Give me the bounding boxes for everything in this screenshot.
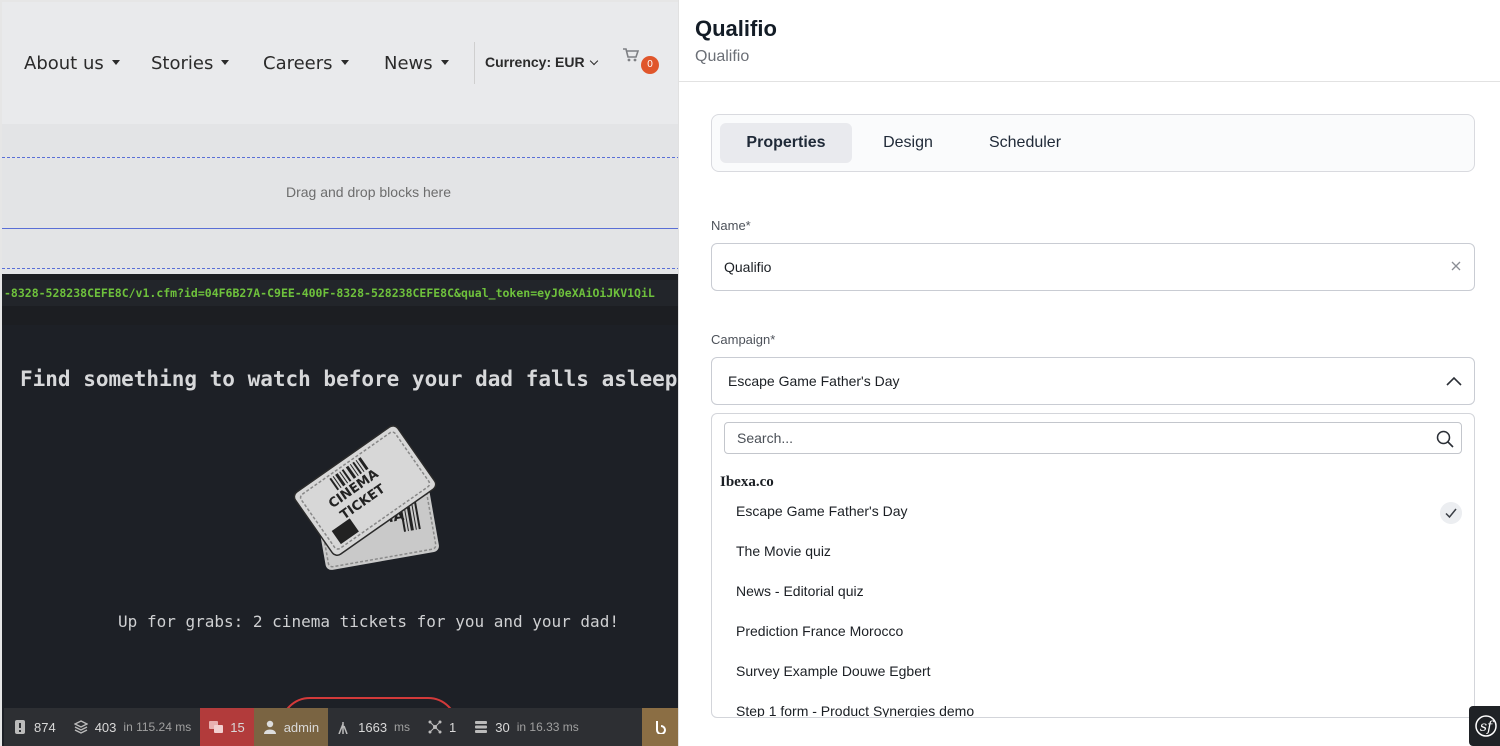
ibexa-debug-button[interactable]: [642, 708, 678, 746]
user-icon: [263, 720, 276, 734]
layers-icon: [73, 720, 88, 734]
campaign-option[interactable]: Prediction France Morocco: [712, 612, 1474, 652]
dropzone-text: Drag and drop blocks here: [286, 184, 451, 200]
translations-count: 15: [230, 719, 245, 735]
option-label: The Movie quiz: [736, 543, 831, 559]
tab-scheduler[interactable]: Scheduler: [974, 123, 1076, 163]
option-group-label: Ibexa.co: [720, 474, 774, 490]
nav-item-news[interactable]: News: [384, 53, 449, 74]
option-label: News - Editorial quiz: [736, 583, 864, 599]
time-icon: [338, 722, 348, 734]
campaign-option[interactable]: News - Editorial quiz: [712, 572, 1474, 612]
site-preview: About us Stories Careers News Currency: …: [0, 0, 678, 746]
events-count: 1: [449, 719, 457, 735]
currency-label: Currency: EUR: [485, 54, 585, 70]
debug-user[interactable]: admin: [253, 708, 329, 746]
debug-cache[interactable]: 30 in 16.33 ms: [465, 708, 588, 746]
block-properties-panel: Qualifio Qualifio Properties Design Sche…: [678, 0, 1500, 746]
cart-icon[interactable]: [623, 48, 639, 62]
clear-icon[interactable]: [1449, 259, 1463, 273]
translation-icon: [209, 721, 224, 733]
search-icon[interactable]: [1436, 430, 1454, 448]
caret-down-icon: [340, 59, 349, 65]
site-navigation: About us Stories Careers News Currency: …: [2, 2, 678, 124]
queries-time: in 115.24 ms: [123, 720, 192, 734]
campaign-heading: Find something to watch before your dad …: [20, 367, 678, 391]
checkmark-icon: [1440, 502, 1462, 524]
debug-queries[interactable]: 403 in 115.24 ms: [65, 708, 201, 746]
panel-tabs: Properties Design Scheduler: [711, 114, 1475, 172]
option-label: Escape Game Father's Day: [736, 503, 908, 519]
nav-item-about-us[interactable]: About us: [24, 53, 120, 74]
symfony-logo-icon: sf: [1475, 715, 1497, 737]
queries-count: 403: [94, 719, 117, 735]
nav-label: News: [384, 53, 433, 74]
nav-label: Careers: [263, 53, 333, 74]
nav-item-careers[interactable]: Careers: [263, 53, 349, 74]
dropzone-border: [2, 157, 678, 158]
campaign-subtitle: Up for grabs: 2 cinema tickets for you a…: [118, 612, 619, 631]
caret-down-icon: [111, 59, 120, 65]
campaign-select[interactable]: Escape Game Father's Day: [711, 357, 1475, 405]
debug-status[interactable]: 874: [4, 708, 65, 746]
campaign-option[interactable]: The Movie quiz: [712, 532, 1474, 572]
campaign-field-label: Campaign*: [711, 332, 776, 347]
option-label: Step 1 form - Product Synergies demo: [736, 703, 975, 718]
cinema-ticket-illustration: CINEMA CINEMA TICKET: [293, 425, 439, 570]
nav-item-stories[interactable]: Stories: [151, 53, 230, 74]
symfony-toolbar-toggle[interactable]: sf: [1469, 706, 1500, 746]
campaign-selected-value: Escape Game Father's Day: [728, 373, 900, 389]
search-box: [724, 422, 1462, 454]
block-divider: [2, 228, 678, 229]
status-value: 874: [34, 719, 56, 735]
name-field[interactable]: [711, 243, 1475, 291]
nav-label: Stories: [151, 53, 214, 74]
chevron-up-icon[interactable]: [1446, 375, 1462, 387]
database-icon: [475, 721, 488, 733]
dropzone-border: [2, 268, 678, 269]
embed-url-bar: -8328-528238CEFE8C/v1.cfm?id=04F6B27A-C9…: [2, 280, 678, 306]
cache-time: in 16.33 ms: [516, 720, 579, 734]
search-input[interactable]: [725, 423, 1461, 453]
option-label: Survey Example Douwe Egbert: [736, 663, 931, 679]
chevron-down-icon: [589, 56, 598, 66]
status-icon: [15, 720, 25, 734]
time-value: 1663: [358, 719, 388, 735]
debug-translations[interactable]: 15: [200, 708, 254, 746]
caret-down-icon: [440, 59, 449, 65]
name-field-label: Name*: [711, 218, 751, 233]
ibexa-logo-icon: [656, 721, 666, 734]
panel-subtitle: Qualifio: [695, 48, 750, 65]
campaign-option[interactable]: Survey Example Douwe Egbert: [712, 652, 1474, 692]
debug-events[interactable]: 1: [419, 708, 465, 746]
tab-design[interactable]: Design: [864, 123, 952, 163]
page-builder-dropzone[interactable]: Drag and drop blocks here: [2, 124, 678, 274]
embed-url: -8328-528238CEFE8C/v1.cfm?id=04F6B27A-C9…: [4, 286, 655, 300]
option-label: Prediction France Morocco: [736, 623, 904, 639]
cart-count-badge: 0: [641, 56, 659, 74]
cache-count: 30: [495, 719, 510, 735]
symfony-debug-toolbar: 874 403 in 115.24 ms 15 admin 1663 ms 1 …: [4, 708, 678, 746]
tab-properties[interactable]: Properties: [720, 123, 852, 163]
currency-selector[interactable]: Currency: EUR: [474, 42, 598, 84]
campaign-option[interactable]: Step 1 form - Product Synergies demo: [712, 692, 1474, 718]
qualifio-campaign-embed: Find something to watch before your dad …: [2, 325, 678, 746]
panel-header: Qualifio Qualifio: [679, 0, 1500, 82]
panel-title: Qualifio: [695, 16, 777, 41]
user-name: admin: [283, 719, 320, 735]
campaign-dropdown: Ibexa.co Escape Game Father's Day The Mo…: [711, 413, 1475, 718]
time-unit: ms: [394, 720, 411, 734]
nav-label: About us: [24, 53, 104, 74]
events-icon: [428, 720, 442, 734]
campaign-option[interactable]: Escape Game Father's Day: [712, 492, 1474, 532]
debug-time[interactable]: 1663 ms: [328, 708, 419, 746]
caret-down-icon: [221, 59, 230, 65]
